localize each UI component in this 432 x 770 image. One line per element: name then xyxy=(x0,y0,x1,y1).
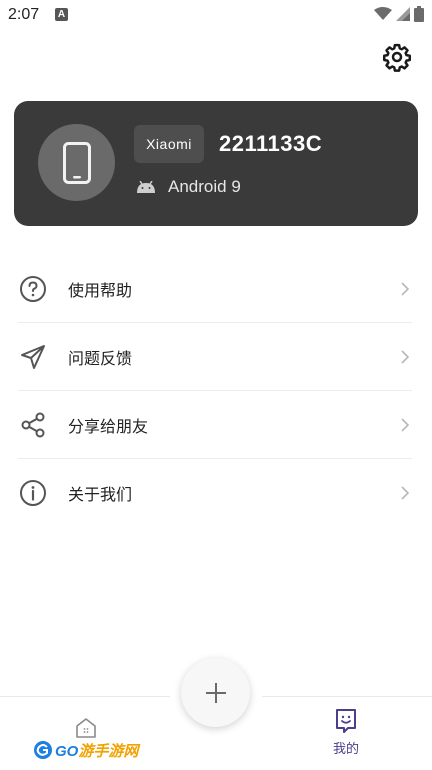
device-brand-chip: Xiaomi xyxy=(134,125,204,163)
watermark-highlight: 游手游网 xyxy=(78,742,139,760)
gear-icon xyxy=(383,43,411,72)
signal-icon xyxy=(396,7,410,21)
settings-menu: 使用帮助 问题反馈 分享给朋友 关于我们 xyxy=(0,255,432,526)
menu-item-share[interactable]: 分享给朋友 xyxy=(18,391,412,459)
menu-item-feedback[interactable]: 问题反馈 xyxy=(18,323,412,391)
status-time: 2:07 xyxy=(8,6,40,23)
menu-item-label: 关于我们 xyxy=(68,486,133,504)
wifi-icon xyxy=(374,7,392,20)
status-icons xyxy=(374,6,424,22)
watermark-logo: GO游手游网 xyxy=(33,737,138,763)
os-version-row: Android 9 xyxy=(136,177,241,197)
nav-mine-button[interactable]: 我的 xyxy=(322,708,370,757)
add-button[interactable] xyxy=(181,658,250,727)
share-icon xyxy=(18,410,48,440)
settings-button[interactable] xyxy=(382,42,412,72)
menu-item-help[interactable]: 使用帮助 xyxy=(18,255,412,323)
plus-icon xyxy=(205,682,226,703)
device-info-card: Xiaomi 2211133C Android 9 xyxy=(14,101,418,226)
notification-icon: A xyxy=(55,8,68,21)
device-avatar xyxy=(38,124,115,201)
smile-face-icon xyxy=(336,709,356,733)
battery-icon xyxy=(414,6,424,22)
chevron-right-icon xyxy=(401,349,410,364)
menu-item-label: 问题反馈 xyxy=(68,350,133,368)
menu-item-about[interactable]: 关于我们 xyxy=(18,459,412,526)
info-icon xyxy=(18,478,48,508)
watermark-prefix: GO xyxy=(55,742,79,760)
menu-item-label: 分享给朋友 xyxy=(68,418,149,436)
menu-item-label: 使用帮助 xyxy=(68,282,133,300)
chevron-right-icon xyxy=(401,417,410,432)
smartphone-icon xyxy=(62,141,91,184)
chevron-right-icon xyxy=(401,281,410,296)
status-bar: 2:07 A xyxy=(0,0,432,30)
android-icon xyxy=(137,181,155,193)
help-circle-icon xyxy=(18,274,48,304)
chevron-right-icon xyxy=(401,485,410,500)
os-version: Android 9 xyxy=(168,177,241,196)
send-icon xyxy=(18,342,48,372)
device-model: 2211133C xyxy=(219,131,323,156)
nav-mine-label: 我的 xyxy=(332,741,359,756)
watermark-logo-icon xyxy=(34,741,52,759)
